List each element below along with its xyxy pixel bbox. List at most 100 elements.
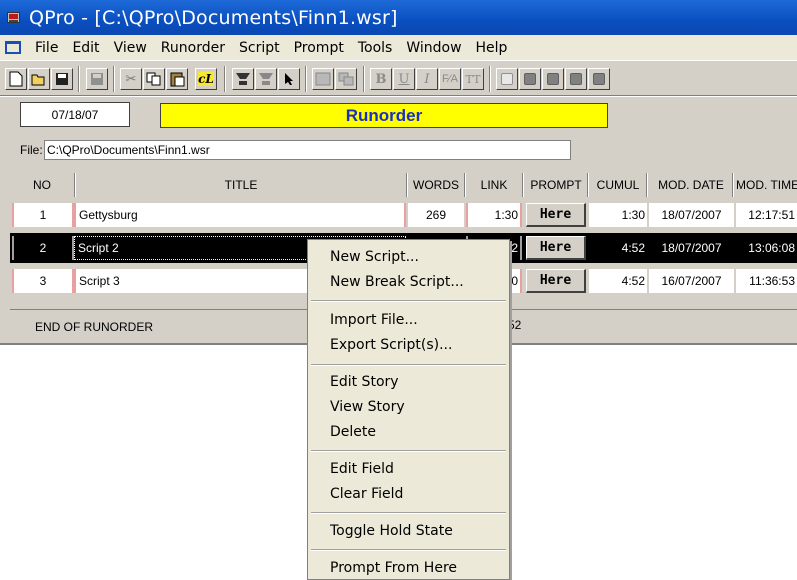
teleprompter-icon bbox=[236, 73, 250, 85]
color-box-white-button[interactable] bbox=[496, 68, 518, 90]
pointer-icon bbox=[285, 73, 293, 85]
row-cumul: 1:30 bbox=[589, 203, 647, 227]
menu-item-new-break-script[interactable]: New Break Script... bbox=[330, 274, 464, 290]
font-size-button[interactable]: F⁄A bbox=[439, 68, 461, 90]
document-window-icon[interactable] bbox=[5, 41, 21, 54]
white-square-icon bbox=[501, 73, 513, 85]
save-all-button[interactable] bbox=[86, 68, 108, 90]
row-number: 1 bbox=[12, 203, 74, 227]
gray-square-icon bbox=[570, 73, 582, 85]
context-menu: New Script... New Break Script... Import… bbox=[307, 239, 510, 580]
menu-item-view-story[interactable]: View Story bbox=[330, 399, 405, 415]
cl-button[interactable]: cL bbox=[195, 68, 217, 90]
menu-item-import-file[interactable]: Import File... bbox=[330, 312, 418, 328]
row-cumul: 4:52 bbox=[589, 269, 647, 293]
column-header-prompt[interactable]: PROMPT bbox=[524, 173, 588, 197]
row-mod-time: 11:36:53 bbox=[736, 269, 797, 293]
gray-square-icon bbox=[547, 73, 559, 85]
menu-item-new-script[interactable]: New Script... bbox=[330, 249, 419, 265]
column-header-mod-date[interactable]: MOD. DATE bbox=[648, 173, 734, 197]
row-link[interactable]: 1:30 bbox=[466, 203, 522, 227]
menu-item-clear-field[interactable]: Clear Field bbox=[330, 486, 403, 502]
new-file-icon bbox=[9, 71, 23, 87]
gray-square-icon bbox=[593, 73, 605, 85]
row-number: 2 bbox=[12, 236, 74, 260]
teleprompter-button[interactable] bbox=[232, 68, 254, 90]
menu-bar: File Edit View Runorder Script Prompt To… bbox=[0, 35, 797, 60]
menu-prompt[interactable]: Prompt bbox=[287, 40, 351, 56]
menu-item-export-scripts[interactable]: Export Script(s)... bbox=[330, 337, 452, 353]
menu-edit[interactable]: Edit bbox=[65, 40, 106, 56]
menu-separator bbox=[311, 300, 506, 302]
menu-item-edit-field[interactable]: Edit Field bbox=[330, 461, 394, 477]
font-type-icon: TT bbox=[465, 72, 481, 86]
menu-window[interactable]: Window bbox=[399, 40, 468, 56]
spellcheck-button[interactable] bbox=[312, 68, 334, 90]
menu-item-delete[interactable]: Delete bbox=[330, 424, 376, 440]
row-mod-time: 12:17:51 bbox=[736, 203, 797, 227]
teleprompter-disabled-icon bbox=[259, 73, 273, 85]
row-title[interactable]: Gettysburg bbox=[74, 203, 406, 227]
underline-button[interactable]: U bbox=[393, 68, 415, 90]
paste-button[interactable] bbox=[166, 68, 188, 90]
table-row[interactable]: 1 Gettysburg 269 1:30 Here 1:30 18/07/20… bbox=[10, 200, 797, 230]
menu-item-toggle-hold-state[interactable]: Toggle Hold State bbox=[330, 523, 453, 539]
open-file-button[interactable] bbox=[28, 68, 50, 90]
color-box-4-button[interactable] bbox=[588, 68, 610, 90]
font-type-button[interactable]: TT bbox=[462, 68, 484, 90]
row-mod-date: 16/07/2007 bbox=[649, 269, 734, 293]
column-header-mod-time[interactable]: MOD. TIME bbox=[734, 173, 797, 197]
qpro-app-icon[interactable] bbox=[6, 10, 22, 26]
menu-runorder[interactable]: Runorder bbox=[154, 40, 232, 56]
copy-button[interactable] bbox=[143, 68, 165, 90]
prompt-here-button[interactable]: Here bbox=[526, 203, 586, 227]
menu-separator bbox=[311, 549, 506, 551]
gray-square-icon bbox=[524, 73, 536, 85]
cut-button[interactable]: ✂ bbox=[120, 68, 142, 90]
spellcheck-icon bbox=[315, 72, 331, 86]
teleprompter-alt-button[interactable] bbox=[255, 68, 277, 90]
color-box-2-button[interactable] bbox=[542, 68, 564, 90]
scissors-icon: ✂ bbox=[125, 71, 137, 86]
row-cumul: 4:52 bbox=[589, 236, 647, 260]
column-header-words[interactable]: WORDS bbox=[408, 173, 464, 197]
total-cumul: 52 bbox=[508, 318, 522, 332]
column-header-title[interactable]: TITLE bbox=[76, 173, 406, 197]
cl-icon: cL bbox=[198, 72, 214, 86]
file-path-field[interactable]: C:\QPro\Documents\Finn1.wsr bbox=[44, 140, 571, 160]
color-box-1-button[interactable] bbox=[519, 68, 541, 90]
date-field[interactable]: 07/18/07 bbox=[20, 102, 130, 127]
menu-item-prompt-from-here[interactable]: Prompt From Here bbox=[330, 560, 457, 576]
title-bar: QPro - [C:\QPro\Documents\Finn1.wsr] bbox=[0, 0, 797, 35]
file-label: File: bbox=[20, 143, 43, 157]
menu-item-edit-story[interactable]: Edit Story bbox=[330, 374, 399, 390]
prompt-here-button[interactable]: Here bbox=[526, 236, 586, 260]
row-words: 269 bbox=[408, 203, 464, 227]
window-button[interactable] bbox=[335, 68, 357, 90]
menu-separator bbox=[311, 450, 506, 452]
bold-button[interactable]: B bbox=[370, 68, 392, 90]
pointer-button[interactable] bbox=[278, 68, 300, 90]
new-file-button[interactable] bbox=[5, 68, 27, 90]
runorder-heading: Runorder bbox=[160, 103, 608, 128]
windows-icon bbox=[338, 72, 354, 86]
italic-button[interactable]: I bbox=[416, 68, 438, 90]
menu-separator bbox=[311, 512, 506, 514]
window-title: QPro - [C:\QPro\Documents\Finn1.wsr] bbox=[29, 6, 398, 29]
menu-script[interactable]: Script bbox=[232, 40, 287, 56]
menu-file[interactable]: File bbox=[28, 40, 65, 56]
column-header-no[interactable]: NO bbox=[12, 173, 72, 197]
font-size-icon: F⁄A bbox=[442, 73, 458, 85]
end-of-runorder-label: END OF RUNORDER bbox=[35, 320, 154, 334]
menu-tools[interactable]: Tools bbox=[351, 40, 400, 56]
save-button[interactable] bbox=[51, 68, 73, 90]
color-box-3-button[interactable] bbox=[565, 68, 587, 90]
column-header-cumul[interactable]: CUMUL bbox=[589, 173, 647, 197]
menu-view[interactable]: View bbox=[107, 40, 154, 56]
save-disk-icon bbox=[56, 73, 68, 85]
row-mod-time: 13:06:08 bbox=[736, 236, 797, 260]
column-header-link[interactable]: LINK bbox=[466, 173, 522, 197]
prompt-here-button[interactable]: Here bbox=[526, 269, 586, 293]
copy-icon bbox=[146, 72, 161, 86]
menu-help[interactable]: Help bbox=[469, 40, 515, 56]
